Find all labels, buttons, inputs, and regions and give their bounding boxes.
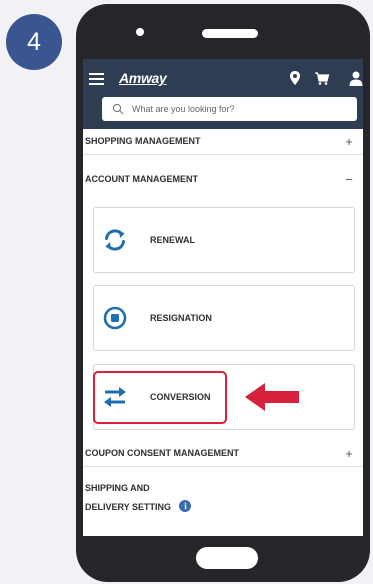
section-shipping-delivery[interactable]: SHIPPING AND DELIVERY SETTING i: [85, 479, 192, 516]
info-icon[interactable]: i: [179, 499, 192, 512]
search-input[interactable]: [132, 104, 332, 114]
conversion-highlight: [93, 371, 227, 424]
step-badge: 4: [6, 14, 62, 70]
section-title-line2: DELIVERY SETTING: [85, 502, 172, 512]
step-number: 4: [27, 27, 41, 56]
resignation-label: RESIGNATION: [150, 313, 212, 323]
section-title: ACCOUNT MANAGEMENT: [85, 174, 198, 184]
expand-plus-icon[interactable]: +: [342, 134, 356, 149]
expand-plus-icon[interactable]: +: [342, 446, 356, 461]
refresh-icon: [102, 227, 128, 253]
location-pin-icon[interactable]: [287, 70, 303, 86]
collapse-minus-icon[interactable]: −: [342, 172, 356, 187]
section-title-line1: SHIPPING AND: [85, 483, 150, 493]
divider: [83, 466, 363, 467]
red-arrow-icon: [245, 383, 299, 411]
section-title: COUPON CONSENT MANAGEMENT: [85, 448, 240, 458]
cart-icon[interactable]: [314, 70, 330, 86]
divider: [83, 154, 363, 155]
section-shopping-management[interactable]: SHOPPING MANAGEMENT +: [83, 130, 363, 152]
home-button[interactable]: [196, 547, 258, 569]
phone-screen: Amway SH: [83, 59, 363, 536]
section-account-management[interactable]: ACCOUNT MANAGEMENT −: [83, 168, 363, 190]
search-bar[interactable]: [102, 97, 357, 121]
camera-dot: [136, 28, 144, 36]
renewal-label: RENEWAL: [150, 235, 195, 245]
renewal-option[interactable]: RENEWAL: [93, 207, 355, 273]
menu-icon[interactable]: [89, 73, 104, 85]
app-header: Amway: [83, 59, 363, 129]
brand-logo[interactable]: Amway: [119, 70, 167, 86]
speaker-bar: [202, 29, 258, 38]
section-title: SHOPPING MANAGEMENT: [85, 136, 201, 146]
stop-circle-icon: [102, 305, 128, 331]
user-icon[interactable]: [348, 70, 363, 86]
phone-frame: Amway SH: [76, 4, 370, 582]
section-coupon-consent[interactable]: COUPON CONSENT MANAGEMENT +: [83, 442, 363, 464]
resignation-option[interactable]: RESIGNATION: [93, 285, 355, 351]
search-icon: [112, 103, 124, 115]
